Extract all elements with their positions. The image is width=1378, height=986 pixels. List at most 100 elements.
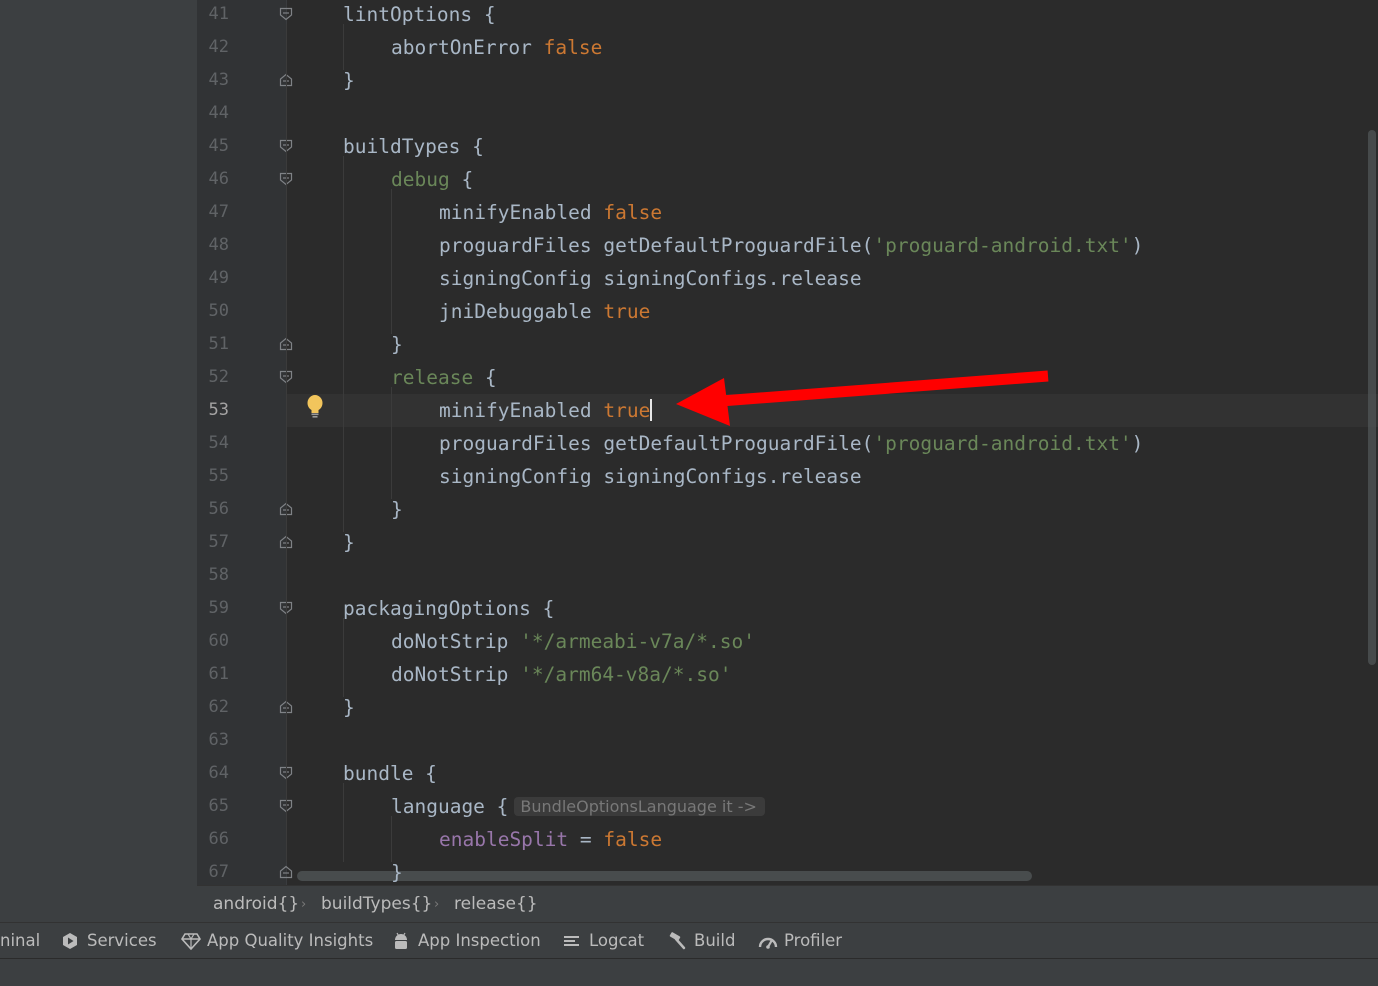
- code-token: }: [343, 69, 355, 92]
- tool-app-quality-label: App Quality Insights: [207, 931, 374, 950]
- code-line-text[interactable]: minifyEnabled true: [439, 394, 653, 427]
- code-token: }: [343, 531, 355, 554]
- code-token: language {: [391, 795, 509, 818]
- breadcrumb: android{} › buildTypes{} › release{}: [197, 885, 1378, 923]
- tool-app-inspection-label: App Inspection: [418, 931, 541, 950]
- indent-guide: [343, 24, 344, 70]
- services-icon: [63, 933, 77, 949]
- code-token: true: [603, 300, 651, 323]
- code-line-text[interactable]: }: [343, 691, 355, 724]
- code-token: }: [391, 861, 403, 884]
- gauge-icon: [758, 937, 778, 949]
- line-number: 60: [208, 631, 229, 651]
- breadcrumb-item-android[interactable]: android{}: [213, 886, 299, 923]
- line-number: 48: [208, 235, 229, 255]
- code-line-text[interactable]: abortOnError false: [391, 31, 602, 64]
- line-number: 55: [208, 466, 229, 486]
- horizontal-scrollbar[interactable]: [297, 871, 1032, 881]
- code-token: 'proguard-android.txt': [873, 432, 1132, 455]
- code-line-text[interactable]: lintOptions {: [343, 0, 496, 31]
- vertical-scrollbar[interactable]: [1368, 130, 1376, 665]
- code-line-text[interactable]: buildTypes {: [343, 130, 484, 163]
- line-number: 53: [208, 400, 229, 420]
- code-line-text[interactable]: signingConfig signingConfigs.release: [439, 460, 862, 493]
- code-line-text[interactable]: }: [343, 526, 355, 559]
- code-line-text[interactable]: doNotStrip '*/arm64-v8a/*.so': [391, 658, 731, 691]
- red-arrow-annotation: [668, 360, 1053, 434]
- code-token: {: [449, 168, 474, 191]
- code-line-text[interactable]: proguardFiles getDefaultProguardFile('pr…: [439, 427, 1143, 460]
- code-token: minifyEnabled: [439, 399, 604, 422]
- code-token: packagingOptions {: [343, 597, 555, 620]
- tool-app-inspection[interactable]: App Inspection: [392, 923, 541, 959]
- indent-guide: [343, 156, 344, 532]
- code-line-text[interactable]: bundle {: [343, 757, 437, 790]
- hammer-icon: [669, 932, 686, 950]
- code-token: {: [473, 366, 497, 389]
- indent-guide: [343, 783, 344, 862]
- code-token: =: [568, 828, 604, 851]
- code-line-text[interactable]: }: [391, 493, 403, 526]
- code-token: doNotStrip: [391, 663, 521, 686]
- tool-terminal-label: ninal: [0, 931, 41, 950]
- code-line-text[interactable]: packagingOptions {: [343, 592, 554, 625]
- code-line-text[interactable]: enableSplit = false: [439, 823, 662, 856]
- lightbulb-icon[interactable]: [304, 394, 326, 420]
- code-token: }: [391, 333, 403, 356]
- code-line-text[interactable]: debug {: [391, 163, 473, 196]
- line-number: 52: [208, 367, 229, 387]
- code-token: false: [603, 201, 663, 224]
- code-token: '*/armeabi-v7a/*.so': [520, 630, 755, 653]
- line-number: 47: [208, 202, 229, 222]
- indent-guide: [391, 816, 392, 862]
- chevron-right-icon: ›: [301, 897, 307, 912]
- tool-terminal[interactable]: ninal: [0, 923, 40, 959]
- code-line-text[interactable]: }: [391, 856, 403, 889]
- fold-close-icon[interactable]: [279, 865, 293, 879]
- code-token: enableSplit: [439, 828, 569, 851]
- code-line-text[interactable]: proguardFiles getDefaultProguardFile('pr…: [439, 229, 1143, 262]
- code-line-text[interactable]: language { BundleOptionsLanguage it ->: [391, 790, 765, 823]
- tool-build[interactable]: Build: [668, 923, 735, 959]
- line-number: 58: [208, 565, 229, 585]
- line-number: 62: [208, 697, 229, 717]
- code-line-text[interactable]: jniDebuggable true: [439, 295, 650, 328]
- line-number: 44: [208, 103, 229, 123]
- code-token: doNotStrip: [391, 630, 521, 653]
- tool-profiler[interactable]: Profiler: [758, 923, 842, 959]
- tool-logcat[interactable]: Logcat: [563, 923, 644, 959]
- code-line-text[interactable]: minifyEnabled false: [439, 196, 662, 229]
- line-number: 41: [208, 4, 229, 24]
- indent-guide: [286, 24, 287, 862]
- line-number: 50: [208, 301, 229, 321]
- inlay-hint: BundleOptionsLanguage it ->: [514, 797, 765, 816]
- line-number: 63: [208, 730, 229, 750]
- code-line-text[interactable]: release {: [391, 361, 497, 394]
- chevron-right-icon: ›: [434, 897, 440, 912]
- code-line-text[interactable]: }: [391, 328, 403, 361]
- breadcrumb-item-buildtypes[interactable]: buildTypes{}: [321, 886, 432, 923]
- line-number: 66: [208, 829, 229, 849]
- indent-guide: [391, 387, 392, 499]
- code-token: proguardFiles getDefaultProguardFile(: [439, 234, 874, 257]
- line-number: 59: [208, 598, 229, 618]
- code-token: jniDebuggable: [439, 300, 604, 323]
- line-number: 49: [208, 268, 229, 288]
- code-token: false: [603, 828, 663, 851]
- tool-app-quality-insights[interactable]: App Quality Insights: [181, 923, 373, 959]
- code-token: minifyEnabled: [439, 201, 604, 224]
- code-token: '*/arm64-v8a/*.so': [520, 663, 732, 686]
- fold-open-icon[interactable]: [279, 7, 293, 21]
- code-token: buildTypes {: [343, 135, 484, 158]
- logcat-icon: [564, 936, 579, 946]
- code-line-text[interactable]: doNotStrip '*/armeabi-v7a/*.so': [391, 625, 755, 658]
- code-line-text[interactable]: signingConfig signingConfigs.release: [439, 262, 862, 295]
- line-number: 64: [208, 763, 229, 783]
- code-line-text[interactable]: }: [343, 64, 355, 97]
- status-bar: [0, 958, 1378, 986]
- code-token: signingConfig signingConfigs.release: [439, 465, 862, 488]
- breadcrumb-item-release[interactable]: release{}: [454, 886, 538, 923]
- tool-services[interactable]: Services: [61, 923, 157, 959]
- code-token: ): [1131, 234, 1144, 257]
- indent-guide: [343, 618, 344, 697]
